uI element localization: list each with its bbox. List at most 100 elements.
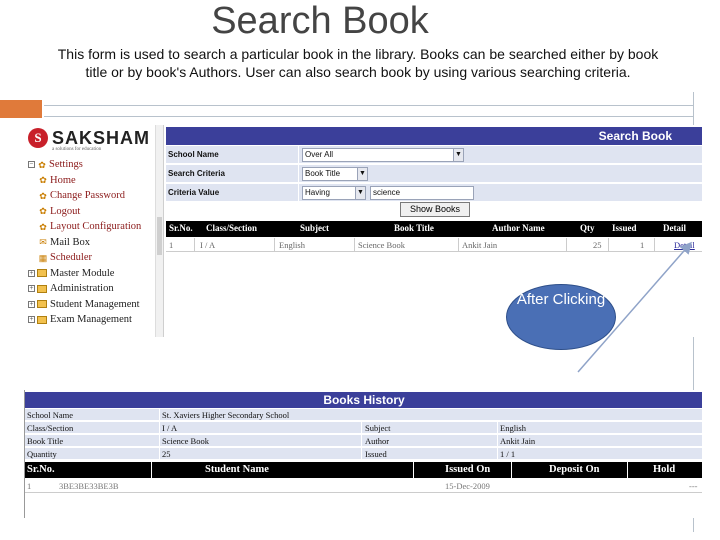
field-label: Issued [365,449,387,459]
tree-item-logout[interactable]: ✿ Logout [28,204,141,220]
column-header: Class/Section [206,223,258,233]
table-cell: I / A [200,240,216,250]
field-divider [361,448,362,460]
table-cell: 1 [640,240,645,250]
results-table-header: Sr.No. Class/Section Subject Book Title … [166,221,702,237]
table-cell: 1 [27,481,32,491]
column-header: Issued On [445,464,491,475]
gear-icon: ✿ [38,159,46,170]
select-value: Book Title [305,169,341,178]
cell-separator [608,238,609,252]
expand-icon[interactable]: + [28,269,35,277]
field-divider [159,448,160,460]
accent-bar [0,100,42,118]
tree-item-label: Settings [49,159,83,171]
books-history-screenshot: Books History School Name St. Xaviers Hi… [24,390,702,518]
calendar-icon: ▦ [38,252,48,263]
column-header: Author Name [492,223,545,233]
folder-icon [37,300,47,309]
expand-icon[interactable]: + [28,285,35,293]
scrollbar-thumb[interactable] [157,217,162,255]
expand-icon[interactable]: + [28,316,35,324]
tree-item-label: Student Management [50,298,140,310]
select-value: Over All [305,150,334,159]
table-cell: --- [689,481,698,491]
chevron-down-icon: ▼ [453,149,463,161]
detail-link[interactable]: Detail [674,240,695,250]
tree-item-settings[interactable]: − ✿ Settings [28,157,141,173]
cell-separator [654,238,655,252]
tree-item-label: Logout [50,205,81,217]
tree-item-exam-management[interactable]: + Exam Management [28,312,141,328]
tree-item-layout[interactable]: ✿ Layout Configuration [28,219,141,235]
column-divider [627,462,628,478]
sidebar: S SAKSHAM a solutions for education − ✿ Se… [24,125,164,337]
field-value: Science Book [162,436,209,446]
field-divider [159,422,160,434]
divider [44,105,694,117]
field-label: Class/Section [27,423,74,433]
page-title: Search Book [211,0,429,42]
gear-icon: ✿ [39,221,47,232]
expand-icon[interactable]: + [28,300,35,308]
school-name-select[interactable]: Over All ▼ [302,148,464,162]
criteria-value-input[interactable]: science [370,186,474,200]
tree-item-master-module[interactable]: + Master Module [28,266,141,282]
cell-separator [274,238,275,252]
column-divider [413,462,414,478]
field-divider [361,435,362,447]
slide: Search Book This form is used to search … [0,0,720,540]
field-value: Ankit Jain [500,436,536,446]
column-header: Student Name [205,464,269,475]
gear-icon: ✿ [39,175,47,186]
field-divider [497,422,498,434]
show-books-button[interactable]: Show Books [400,202,470,217]
field-label: Subject [365,423,391,433]
table-row[interactable]: 1 3BE3BE33BE3B 15-Dec-2009 --- [25,479,702,493]
criteria-value-row: Criteria Value Having ▼ science [166,184,702,202]
select-value: Having [305,188,330,197]
books-history-header: Books History [25,392,702,408]
panel-header: Search Book [166,127,702,145]
field-divider [159,409,160,421]
history-table-header: Sr.No. Student Name Issued On Deposit On… [25,462,702,478]
mail-icon: ✉ [39,237,47,248]
chevron-down-icon: ▼ [357,168,367,180]
criteria-operator-select[interactable]: Having ▼ [302,186,366,200]
table-row[interactable]: 1 I / A English Science Book Ankit Jain … [166,238,702,252]
tree-item-label: Layout Configuration [50,221,142,233]
tree-item-label: Scheduler [50,252,92,264]
cell-separator [566,238,567,252]
field-divider [159,435,160,447]
criteria-value-label: Criteria Value [168,188,220,197]
gear-icon: ✿ [39,206,47,217]
tree-item-label: Mail Box [50,236,90,248]
search-criteria-label: Search Criteria [168,169,225,178]
field-label: Author [365,436,390,446]
history-field-row: Quantity 25 Issued 1 / 1 [25,448,702,460]
tree-item-scheduler[interactable]: ▦ Scheduler [28,250,141,266]
tree-item-mail-box[interactable]: ✉ Mail Box [28,235,141,251]
tree-item-administration[interactable]: + Administration [28,281,141,297]
collapse-icon[interactable]: − [28,161,35,169]
sidebar-scrollbar[interactable] [155,125,163,337]
field-value: English [500,423,526,433]
tree-item-change-password[interactable]: ✿ Change Password [28,188,141,204]
logo-icon: S [28,128,48,148]
tree-item-label: Administration [50,283,114,295]
cell-separator [194,238,195,252]
column-header: Sr.No. [27,464,55,475]
tree-item-label: Home [50,174,76,186]
school-name-row: School Name Over All ▼ [166,146,702,164]
tree-item-student-management[interactable]: + Student Management [28,297,141,313]
column-header: Deposit On [549,464,600,475]
field-divider [361,422,362,434]
field-label: Quantity [27,449,57,459]
tree-item-label: Master Module [50,267,115,279]
page-description: This form is used to search a particular… [57,46,659,80]
logo-name: SAKSHAM [52,127,151,148]
search-book-panel: Search Book School Name Over All ▼ Search… [166,125,704,337]
search-criteria-select[interactable]: Book Title ▼ [302,167,368,181]
field-value: St. Xaviers Higher Secondary School [162,410,290,420]
tree-item-home[interactable]: ✿ Home [28,173,141,189]
